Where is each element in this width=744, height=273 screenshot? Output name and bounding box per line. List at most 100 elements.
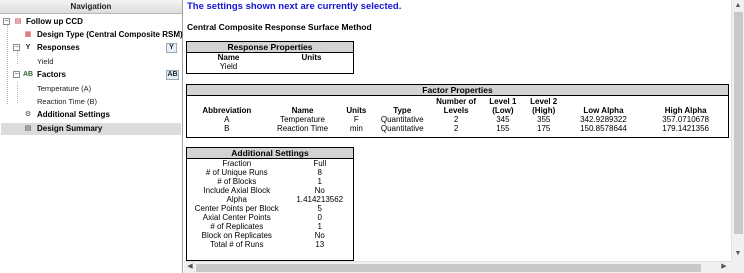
design-type-icon: ▦ (24, 31, 32, 38)
setting-label: Center Points per Block (194, 204, 279, 213)
tree-label: Additional Settings (37, 110, 110, 119)
table-title: Additional Settings (187, 148, 353, 159)
table-cell: 357.0710678 (662, 115, 709, 124)
setting-value: Full (313, 159, 327, 168)
setting-label: # of Blocks (217, 177, 257, 186)
tree-item-additional-settings[interactable]: ⚙ Additional Settings (1, 109, 181, 121)
tree-item-reaction-time[interactable]: Reaction Time (B) (1, 96, 181, 108)
column-header: Units (346, 106, 367, 115)
table-cell: 2 (453, 115, 459, 124)
table-row: Include Axial Block No (187, 186, 353, 195)
collapse-icon[interactable]: − (13, 44, 20, 51)
tree-label: Yield (37, 57, 54, 66)
setting-value: No (314, 231, 325, 240)
setting-value: 8 (317, 168, 322, 177)
table-row: # of Replicates 1 (187, 222, 353, 231)
table-row: Axial Center Points 0 (187, 213, 353, 222)
tree-item-design-type[interactable]: ▦ Design Type (Central Composite RSM) (1, 29, 183, 41)
column-header: Units (301, 53, 322, 62)
column-header: High Alpha (664, 106, 707, 115)
table-cell: 342.9289322 (580, 115, 627, 124)
tree-label: Responses (37, 43, 80, 52)
tree-label: Temperature (A) (37, 84, 92, 93)
tree-item-temperature[interactable]: Temperature (A) (1, 83, 181, 95)
navigation-title: Navigation (0, 0, 182, 14)
column-header: Level 2 (High) (530, 97, 558, 115)
scroll-up-icon[interactable]: ▲ (733, 1, 743, 11)
setting-label: Block on Replicates (201, 231, 272, 240)
table-row: Yield (187, 62, 353, 71)
table-cell: Quantitative (380, 124, 424, 133)
table-cell: Yield (219, 62, 238, 71)
setting-value: 0 (317, 213, 322, 222)
tree-item-design-summary[interactable]: ▤ Design Summary (1, 123, 181, 135)
tree-item-factors[interactable]: − AB Factors AB (1, 69, 181, 81)
table-cell (270, 62, 353, 71)
table-cell: Quantitative (380, 115, 424, 124)
method-title: Central Composite Response Surface Metho… (187, 22, 372, 32)
tree-label: Follow up CCD (26, 17, 83, 26)
factor-properties-table: Factor Properties Abbreviation Name Unit… (186, 84, 729, 138)
column-header: Name (217, 53, 240, 62)
setting-label: # of Replicates (210, 222, 264, 231)
setting-label: Axial Center Points (202, 213, 271, 222)
setting-label: Fraction (222, 159, 252, 168)
table-title: Factor Properties (187, 85, 728, 96)
table-cell: 175 (537, 124, 551, 133)
setting-label: Alpha (226, 195, 247, 204)
settings-icon: ⚙ (24, 111, 32, 118)
column-header: Name (291, 106, 314, 115)
table-row: # of Unique Runs 8 (187, 168, 353, 177)
scrollbar-corner (731, 261, 744, 273)
table-row: Block on Replicates No (187, 231, 353, 240)
tree-label: Design Summary (37, 124, 103, 133)
table-row: # of Blocks 1 (187, 177, 353, 186)
table-row: Fraction Full (187, 159, 353, 168)
setting-value: 1.414213562 (296, 195, 344, 204)
setting-label: Total # of Runs (210, 240, 264, 249)
table-cell: Reaction Time (276, 124, 329, 133)
collapse-icon[interactable]: − (3, 18, 10, 25)
scroll-down-icon[interactable]: ▼ (733, 249, 743, 259)
horizontal-scroll-thumb[interactable] (196, 264, 701, 272)
table-cell: 2 (453, 124, 459, 133)
vertical-scroll-thumb[interactable] (734, 12, 743, 234)
document-icon: ▤ (14, 18, 22, 25)
column-header: Number of Levels (436, 97, 477, 115)
column-header: Low Alpha (583, 106, 624, 115)
table-cell: A (224, 115, 230, 124)
navigation-panel: Navigation − ▤ Follow up CCD ▦ Design Ty… (0, 0, 183, 273)
response-icon: Y (25, 44, 31, 51)
scroll-left-icon[interactable]: ◀ (185, 262, 195, 272)
setting-label: # of Unique Runs (205, 168, 268, 177)
setting-value: 5 (317, 204, 322, 213)
additional-settings-table: Additional Settings Fraction Full # of Un… (186, 147, 354, 261)
table-row: Alpha 1.414213562 (187, 195, 353, 204)
tree-label: Reaction Time (B) (37, 97, 98, 106)
vertical-scrollbar[interactable]: ▲ ▼ (731, 0, 744, 261)
tree-item-yield[interactable]: Yield (1, 56, 181, 68)
table-cell: 150.8578644 (580, 124, 627, 133)
tree-item-follow-up-ccd[interactable]: − ▤ Follow up CCD (1, 16, 181, 28)
collapse-icon[interactable]: − (13, 71, 20, 78)
column-header: Level 1 (Low) (489, 97, 517, 115)
table-cell: 345 (496, 115, 510, 124)
table-cell: min (349, 124, 363, 133)
scroll-right-icon[interactable]: ▶ (719, 262, 729, 272)
table-cell: 155 (496, 124, 510, 133)
responses-button[interactable]: Y (166, 43, 177, 53)
factors-icon: AB (23, 71, 34, 78)
table-cell: F (353, 115, 359, 124)
tree-label: Design Type (Central Composite RSM) (37, 30, 183, 39)
factors-button[interactable]: AB (166, 70, 179, 80)
column-header: Abbreviation (202, 106, 252, 115)
setting-label: Include Axial Block (203, 186, 271, 195)
response-properties-table: Response Properties Name Units Yield (186, 41, 354, 74)
horizontal-scrollbar[interactable]: ◀ ▶ (184, 261, 731, 273)
column-header: Type (393, 106, 412, 115)
tree-item-responses[interactable]: − Y Responses Y (1, 42, 181, 54)
table-cell: 179.1421356 (662, 124, 709, 133)
table-cell: Temperature (280, 115, 326, 124)
table-row: Total # of Runs 13 (187, 240, 353, 249)
tree-label: Factors (37, 70, 66, 79)
